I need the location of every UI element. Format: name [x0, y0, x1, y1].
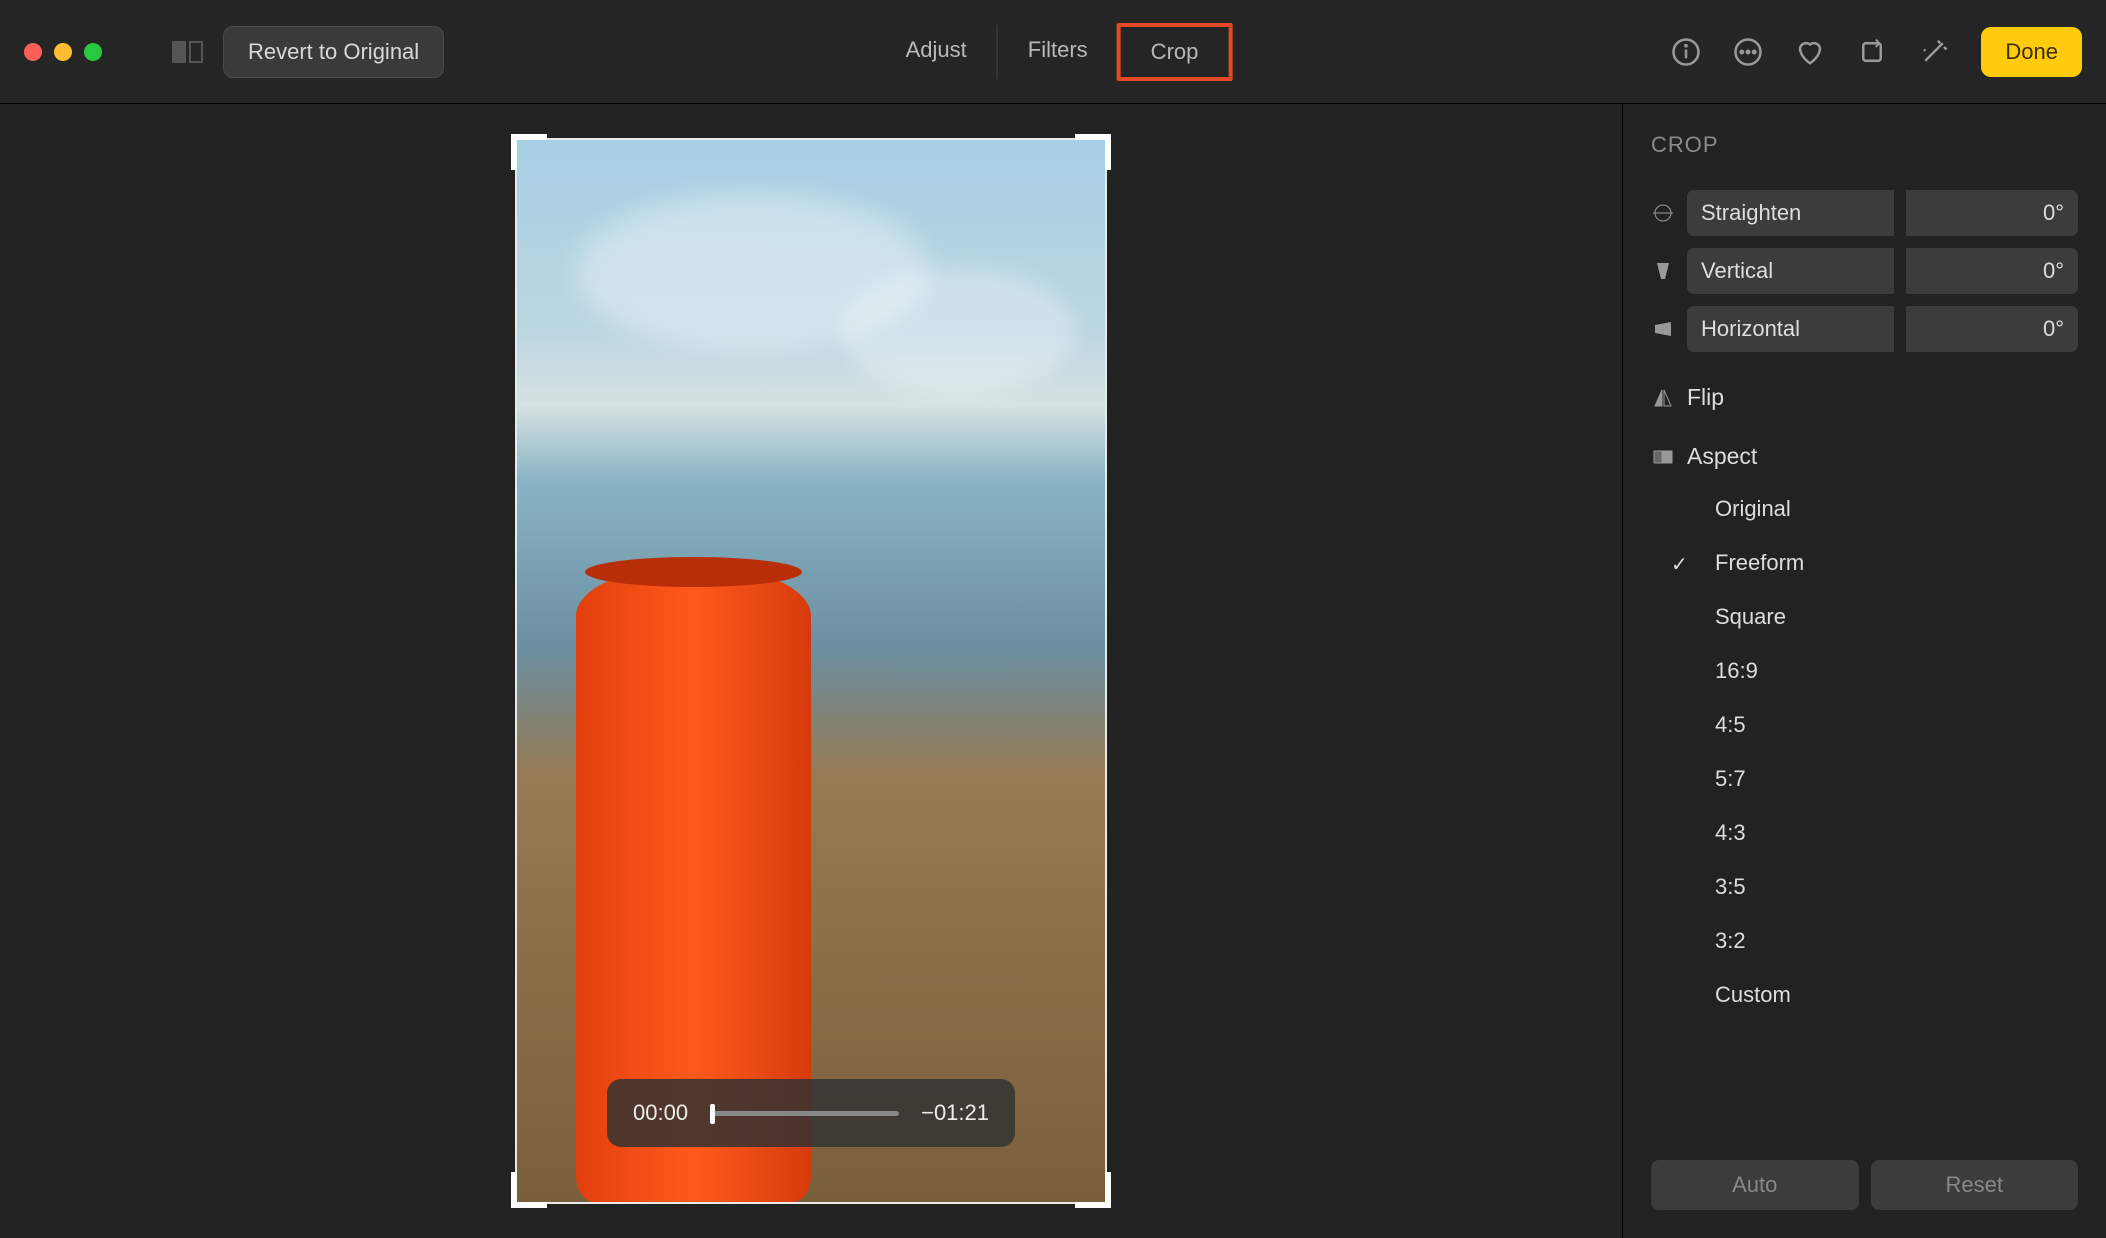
revert-to-original-button[interactable]: Revert to Original — [223, 26, 444, 78]
window-controls — [24, 43, 102, 61]
reset-button[interactable]: Reset — [1871, 1160, 2079, 1210]
scrubber-thumb[interactable] — [710, 1104, 715, 1124]
vertical-row[interactable]: Vertical 0° — [1651, 248, 2078, 294]
sidebar-footer: Auto Reset — [1651, 1130, 2078, 1210]
video-scrubber: 00:00 −01:21 — [607, 1079, 1015, 1147]
favorite-icon[interactable] — [1795, 37, 1825, 67]
done-button[interactable]: Done — [1981, 27, 2082, 77]
crop-handle-br[interactable] — [1075, 1172, 1111, 1208]
aspect-freeform[interactable]: ✓Freeform — [1699, 536, 2078, 590]
aspect-4-5[interactable]: 4:5 — [1699, 698, 2078, 752]
vertical-perspective-icon — [1651, 259, 1675, 283]
rotate-icon[interactable] — [1857, 37, 1887, 67]
aspect-square[interactable]: Square — [1699, 590, 2078, 644]
horizontal-label: Horizontal — [1687, 306, 1894, 352]
more-icon[interactable] — [1733, 37, 1763, 67]
crop-handle-tr[interactable] — [1075, 134, 1111, 170]
flip-icon — [1651, 386, 1675, 410]
crop-handle-tl[interactable] — [511, 134, 547, 170]
compare-icon[interactable] — [172, 41, 203, 63]
info-icon[interactable] — [1671, 37, 1701, 67]
remaining-time: −01:21 — [921, 1100, 989, 1126]
main-area: 00:00 −01:21 CROP Straighten 0° Vertical… — [0, 104, 2106, 1238]
fullscreen-window-button[interactable] — [84, 43, 102, 61]
media-preview — [517, 140, 1105, 1202]
aspect-custom[interactable]: Custom — [1699, 968, 2078, 1022]
aspect-list: Original ✓Freeform Square 16:9 4:5 5:7 4… — [1651, 482, 2078, 1022]
panel-title: CROP — [1651, 132, 2078, 158]
check-icon: ✓ — [1671, 552, 1688, 577]
tab-filters[interactable]: Filters — [998, 25, 1119, 79]
aspect-16-9[interactable]: 16:9 — [1699, 644, 2078, 698]
crop-sidebar: CROP Straighten 0° Vertical 0° Horizonta… — [1623, 104, 2106, 1238]
vertical-value[interactable]: 0° — [1906, 248, 2078, 294]
aspect-header[interactable]: Aspect — [1651, 443, 2078, 470]
tab-crop[interactable]: Crop — [1117, 23, 1233, 81]
straighten-value[interactable]: 0° — [1906, 190, 2078, 236]
tab-adjust[interactable]: Adjust — [876, 25, 998, 79]
toolbar-right: Done — [1671, 27, 2082, 77]
aspect-3-5[interactable]: 3:5 — [1699, 860, 2078, 914]
aspect-label: Aspect — [1687, 443, 1757, 470]
toolbar: Revert to Original Adjust Filters Crop D… — [0, 0, 2106, 104]
scrubber-track[interactable] — [710, 1111, 899, 1116]
straighten-row[interactable]: Straighten 0° — [1651, 190, 2078, 236]
flip-label: Flip — [1687, 384, 1724, 411]
minimize-window-button[interactable] — [54, 43, 72, 61]
horizontal-value[interactable]: 0° — [1906, 306, 2078, 352]
aspect-3-2[interactable]: 3:2 — [1699, 914, 2078, 968]
straighten-icon — [1651, 201, 1675, 225]
horizontal-perspective-icon — [1651, 317, 1675, 341]
straighten-label: Straighten — [1687, 190, 1894, 236]
crop-frame[interactable]: 00:00 −01:21 — [515, 138, 1107, 1204]
current-time: 00:00 — [633, 1100, 688, 1126]
flip-button[interactable]: Flip — [1651, 384, 2078, 411]
aspect-5-7[interactable]: 5:7 — [1699, 752, 2078, 806]
aspect-icon — [1651, 445, 1675, 469]
aspect-original[interactable]: Original — [1699, 482, 2078, 536]
enhance-icon[interactable] — [1919, 37, 1949, 67]
auto-button[interactable]: Auto — [1651, 1160, 1859, 1210]
canvas: 00:00 −01:21 — [0, 104, 1623, 1238]
horizontal-row[interactable]: Horizontal 0° — [1651, 306, 2078, 352]
aspect-4-3[interactable]: 4:3 — [1699, 806, 2078, 860]
close-window-button[interactable] — [24, 43, 42, 61]
vertical-label: Vertical — [1687, 248, 1894, 294]
edit-mode-tabs: Adjust Filters Crop — [876, 25, 1231, 79]
crop-handle-bl[interactable] — [511, 1172, 547, 1208]
